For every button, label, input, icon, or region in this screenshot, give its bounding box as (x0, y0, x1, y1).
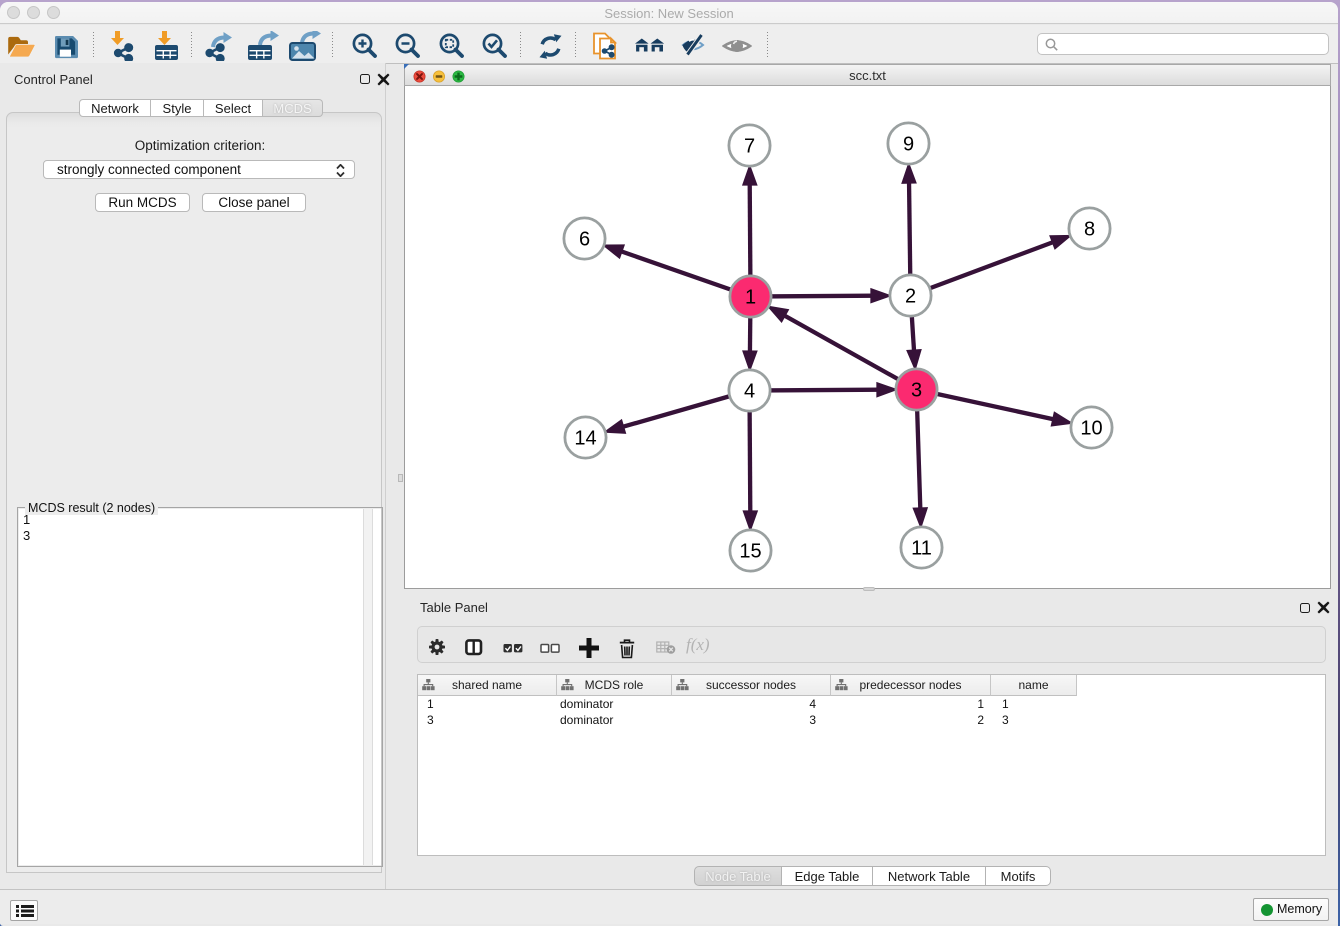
svg-text:9: 9 (903, 134, 914, 156)
svg-text:15: 15 (739, 541, 761, 563)
svg-text:2: 2 (905, 286, 916, 308)
svg-text:10: 10 (1080, 418, 1102, 440)
svg-text:4: 4 (744, 381, 755, 403)
svg-text:3: 3 (911, 380, 922, 402)
svg-text:7: 7 (744, 136, 755, 158)
svg-text:1: 1 (745, 287, 756, 309)
svg-text:8: 8 (1084, 219, 1095, 241)
svg-text:11: 11 (911, 538, 932, 560)
svg-text:6: 6 (579, 229, 590, 251)
svg-text:14: 14 (574, 428, 596, 450)
